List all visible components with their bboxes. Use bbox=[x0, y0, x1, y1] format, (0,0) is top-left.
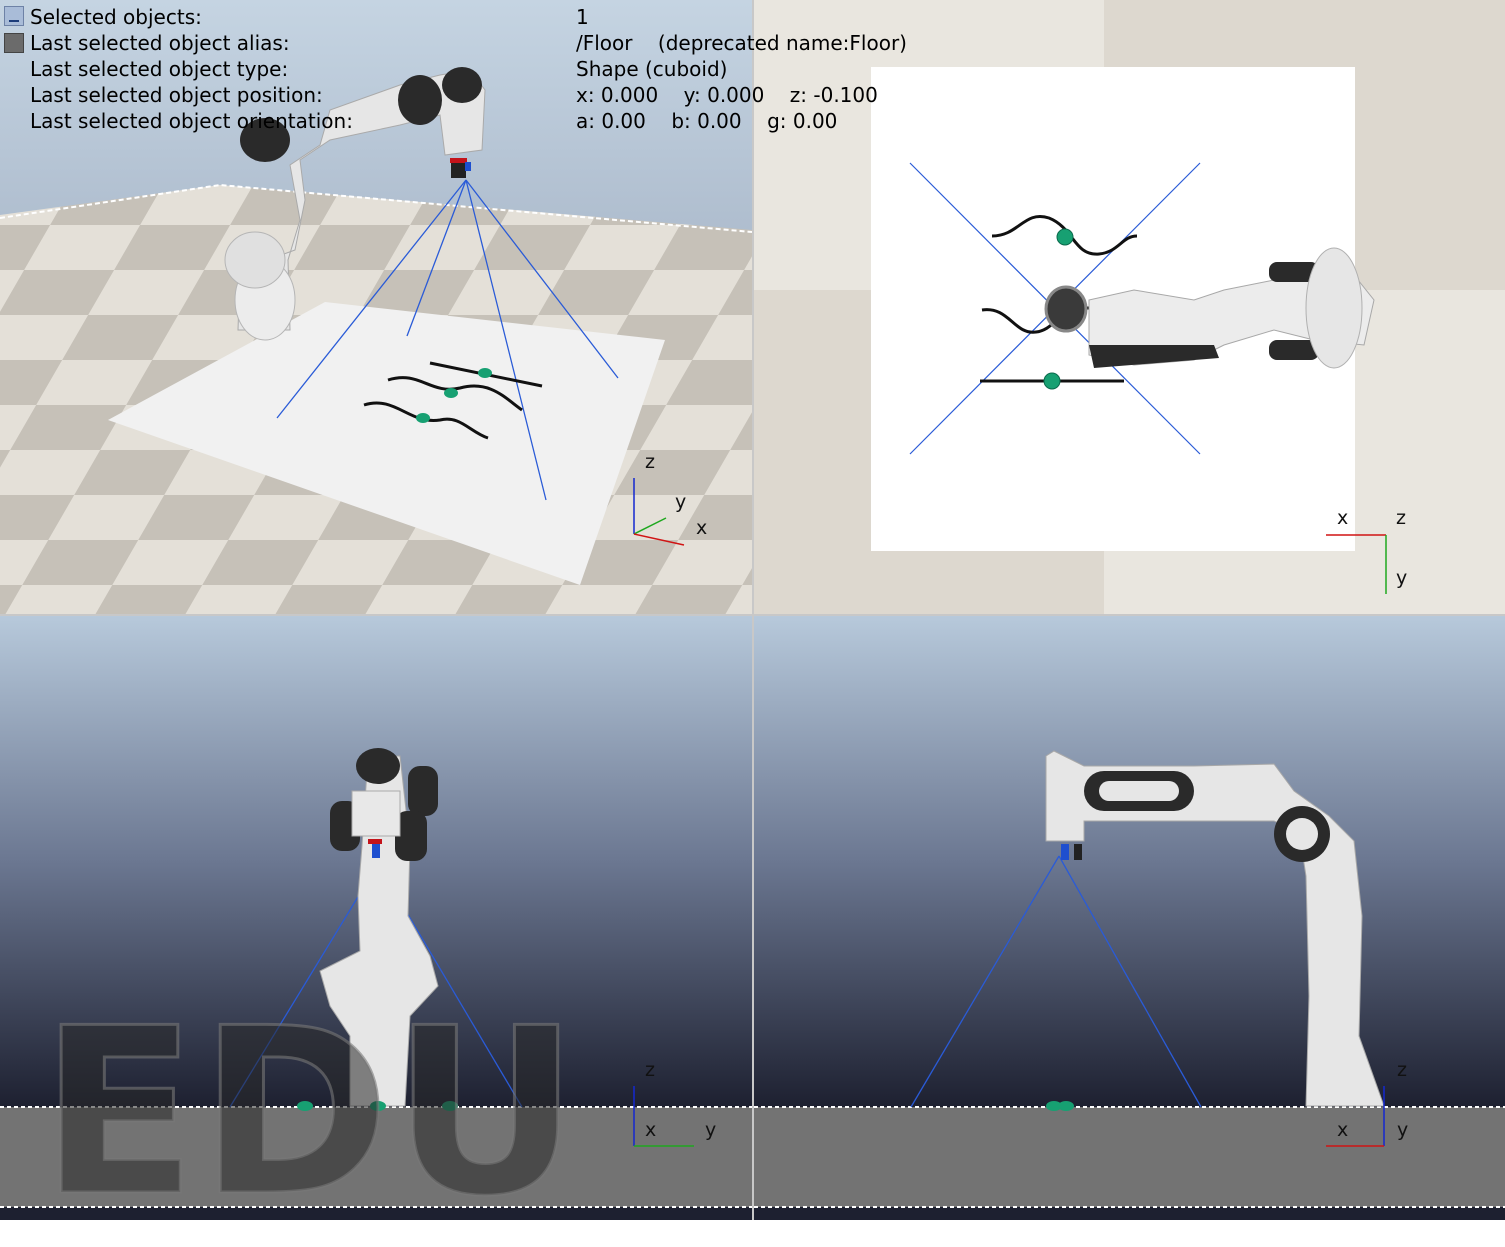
ground-plane bbox=[754, 1107, 1505, 1207]
info-value-selected-objects: 1 bbox=[576, 5, 589, 29]
axis-label-x: x bbox=[1337, 507, 1349, 529]
info-value-position: x: 0.000 y: 0.000 z: -0.100 bbox=[576, 83, 878, 107]
selection-info-panel: Selected objects: 1 Last selected object… bbox=[0, 0, 940, 140]
side-viewport[interactable]: z x y bbox=[754, 616, 1505, 1220]
info-label-alias: Last selected object alias: bbox=[30, 31, 290, 55]
info-value-orientation: a: 0.00 b: 0.00 g: 0.00 bbox=[576, 109, 838, 133]
axis-label-y: y bbox=[705, 1119, 717, 1141]
axis-label-z: z bbox=[645, 1059, 655, 1081]
info-label-orientation: Last selected object orientation: bbox=[30, 109, 353, 133]
axis-label-z: z bbox=[645, 451, 655, 473]
axis-label-y: y bbox=[675, 491, 687, 513]
info-label-position: Last selected object position: bbox=[30, 83, 323, 107]
info-label-selected-objects: Selected objects: bbox=[30, 5, 202, 29]
info-value-alias: /Floor (deprecated name:Floor) bbox=[576, 31, 907, 55]
axis-label-y: y bbox=[1397, 1119, 1409, 1141]
axis-label-z: z bbox=[1397, 1059, 1407, 1081]
axis-label-x: x bbox=[1337, 1119, 1349, 1141]
minimize-info-button[interactable] bbox=[4, 6, 24, 26]
info-value-type: Shape (cuboid) bbox=[576, 57, 728, 81]
edu-watermark: EDU bbox=[39, 979, 581, 1247]
side-scene[interactable] bbox=[754, 616, 1505, 1220]
sky-background bbox=[754, 616, 1505, 1108]
info-options-button[interactable] bbox=[4, 33, 24, 53]
viewport-divider-horizontal[interactable] bbox=[0, 614, 1505, 616]
viewport-divider-vertical[interactable] bbox=[752, 0, 754, 1220]
axis-label-z: z bbox=[1396, 507, 1406, 529]
ground-underside bbox=[754, 1207, 1505, 1220]
axis-label-x: x bbox=[645, 1119, 657, 1141]
axis-label-x: x bbox=[696, 517, 708, 539]
axis-label-y: y bbox=[1396, 567, 1408, 589]
info-label-type: Last selected object type: bbox=[30, 57, 289, 81]
